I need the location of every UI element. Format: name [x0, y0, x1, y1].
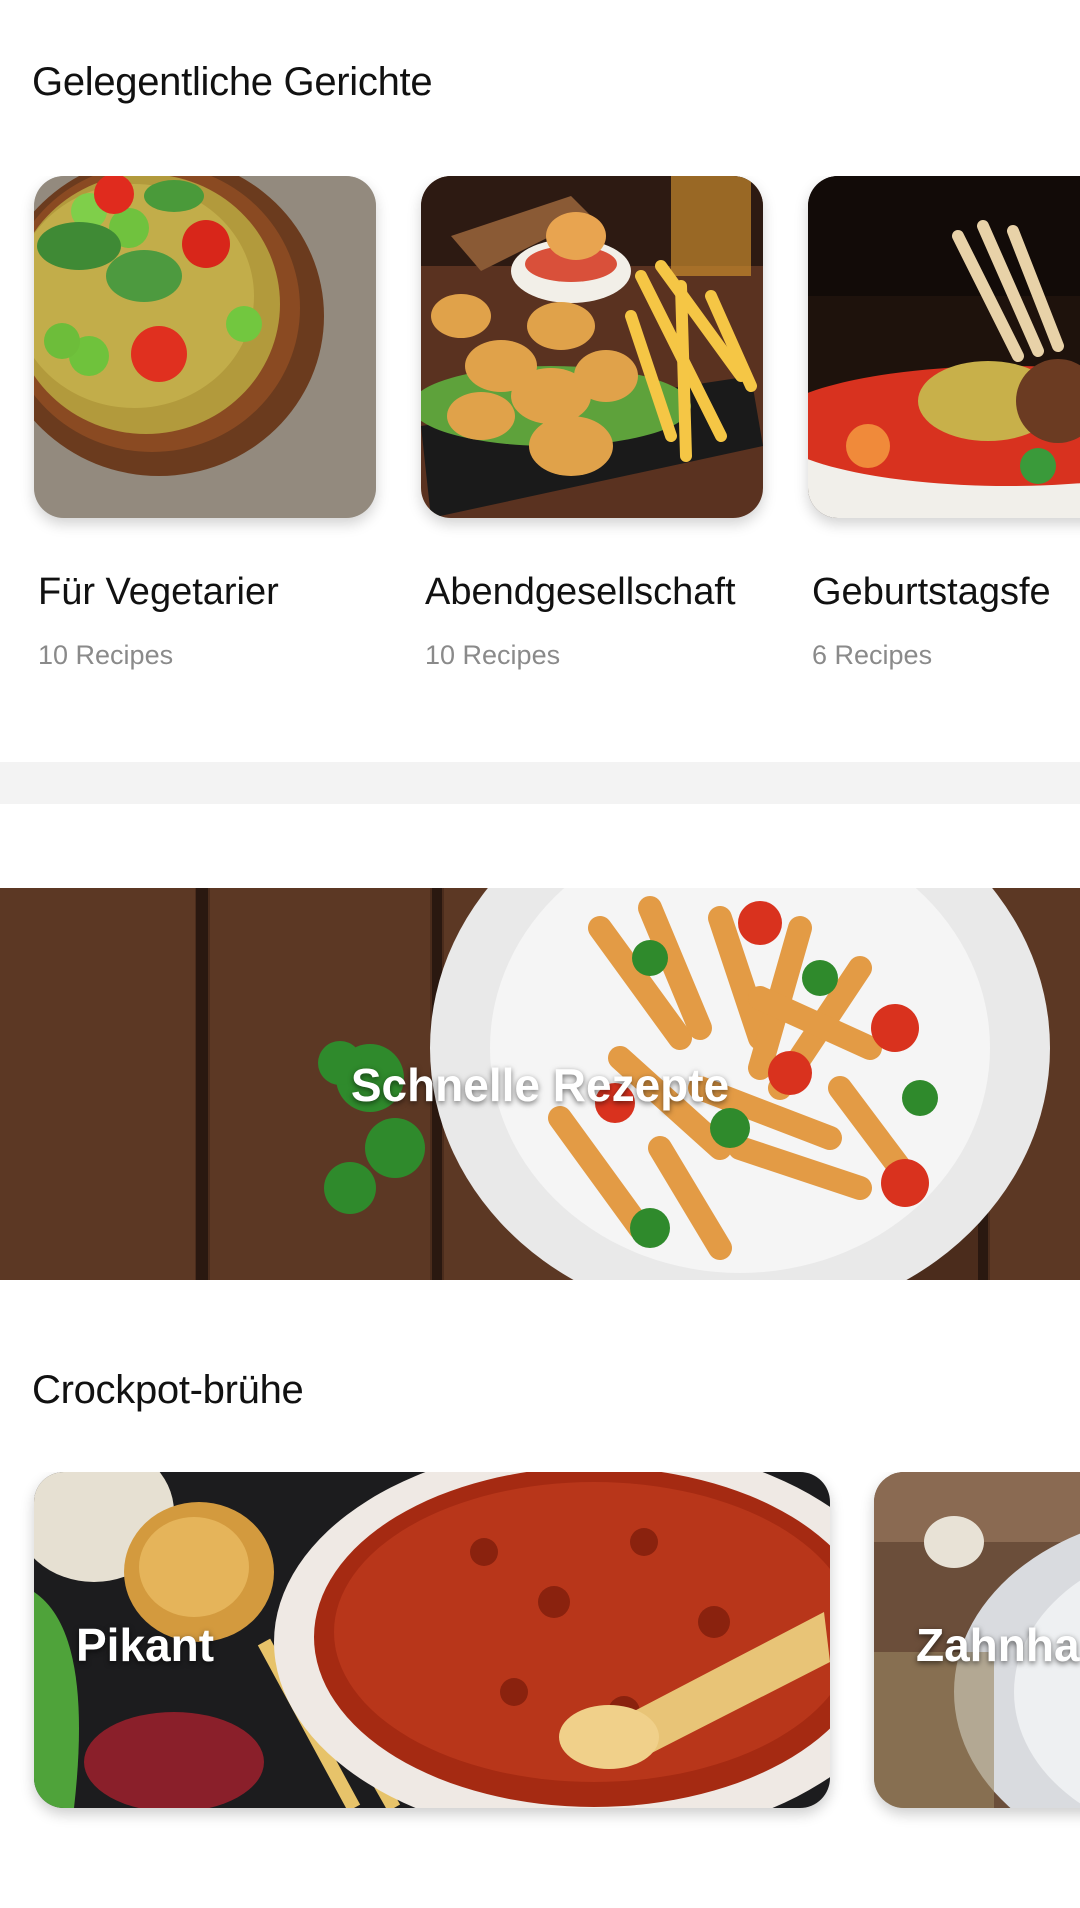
- occasions-carousel[interactable]: Für Vegetarier 10 Recipes Abendgesellsch…: [0, 176, 1080, 696]
- occasion-name: Für Vegetarier: [38, 571, 279, 613]
- section-title-crockpot-broth: Crockpot-brühe: [32, 1368, 304, 1412]
- broth-card-second[interactable]: Zahnha: [874, 1472, 1080, 1808]
- section-divider: [0, 762, 1080, 804]
- broth-card-label: Zahnha: [916, 1619, 1080, 1671]
- banner-title: Schnelle Rezepte: [350, 1059, 730, 1111]
- broth-card-label: Pikant: [76, 1619, 215, 1671]
- recipes-screen: Gelegentliche Gerichte Für Vegetarier 10…: [0, 0, 1080, 1908]
- occasion-recipe-count: 6 Recipes: [812, 640, 933, 670]
- broth-carousel[interactable]: Pikant Zahnha: [0, 1472, 1080, 1832]
- occasion-recipe-count: 10 Recipes: [425, 640, 561, 670]
- occasion-name: Abendgesellschaft: [425, 571, 736, 613]
- birthday-dish-image: [808, 176, 1080, 518]
- vegetarian-dish-image: [34, 176, 376, 518]
- broth-card-spicy[interactable]: Pikant: [34, 1472, 830, 1808]
- occasion-card-dinner-party[interactable]: Abendgesellschaft 10 Recipes: [421, 176, 763, 671]
- dinner-party-dish-image: [421, 176, 763, 518]
- occasion-recipe-count: 10 Recipes: [38, 640, 174, 670]
- section-title-occasions: Gelegentliche Gerichte: [32, 60, 433, 104]
- occasion-name: Geburtstagsfe: [812, 571, 1051, 613]
- occasion-card-vegetarian[interactable]: Für Vegetarier 10 Recipes: [34, 176, 376, 671]
- occasion-card-birthday[interactable]: Geburtstagsfe 6 Recipes: [808, 176, 1080, 671]
- quick-recipes-banner[interactable]: Schnelle Rezepte: [0, 888, 1080, 1280]
